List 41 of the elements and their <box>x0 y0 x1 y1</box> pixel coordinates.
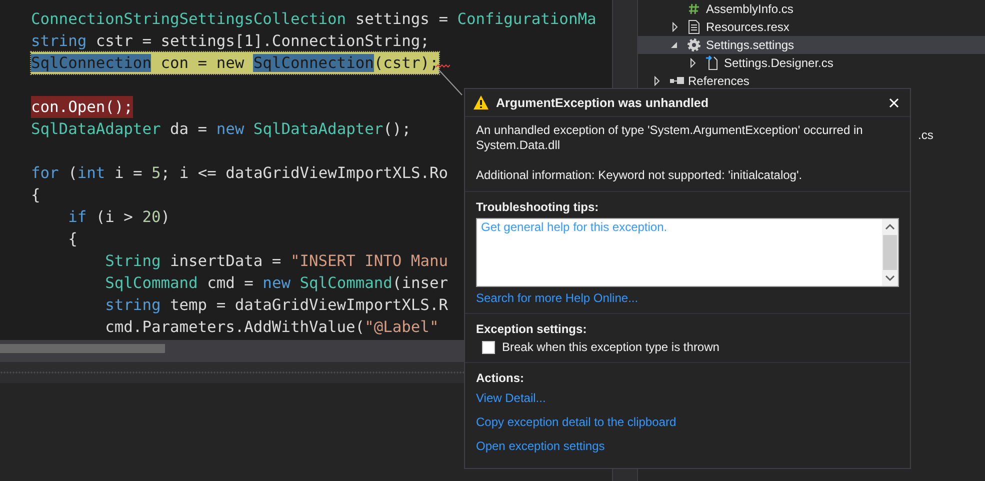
error-squiggle-icon <box>436 64 450 69</box>
code-line: for (int i = 5; i <= dataGridViewImportXLS.Ro <box>31 163 448 184</box>
document-icon <box>686 19 702 35</box>
code-line: string cstr = settings[1].ConnectionString; <box>31 31 430 52</box>
code-line: string temp = dataGridViewImportXLS.R <box>105 295 448 316</box>
section-heading: Troubleshooting tips: <box>476 200 600 214</box>
action-link[interactable]: Open exception settings <box>476 439 605 453</box>
hash-icon <box>686 1 702 17</box>
scroll-down-icon[interactable] <box>885 273 895 283</box>
action-link[interactable]: Copy exception detail to the clipboard <box>476 415 676 429</box>
checkbox-label: Break when this exception type is thrown <box>502 340 720 354</box>
popup-title: ArgumentException was unhandled <box>496 96 710 110</box>
document-arrow-icon <box>704 55 720 71</box>
code-line: cmd.Parameters.AddWithValue("@Label" <box>105 317 439 338</box>
tree-item[interactable]: Settings.settings <box>638 36 985 54</box>
action-link[interactable]: View Detail... <box>476 391 546 405</box>
code-line: { <box>31 185 40 206</box>
close-icon[interactable] <box>889 98 899 108</box>
code-line: String insertData = "INSERT INTO Manu <box>105 251 448 272</box>
tree-item[interactable]: Resources.resx <box>638 18 985 36</box>
section-heading: Actions: <box>476 371 525 385</box>
code-line: ConnectionStringSettingsCollection settings = ConfigurationMa <box>31 9 596 30</box>
leader-line <box>436 68 464 96</box>
scrollbar-thumb[interactable] <box>883 235 897 270</box>
code-line: if (i > 20) <box>68 207 170 228</box>
scrollbar-thumb[interactable] <box>0 344 165 353</box>
tree-item[interactable]: Settings.Designer.cs <box>638 54 985 72</box>
code-line: SqlDataAdapter da = new SqlDataAdapter(); <box>31 119 411 140</box>
tree-item[interactable]: .cs <box>918 128 934 142</box>
tree-item[interactable]: AssemblyInfo.cs <box>638 0 985 18</box>
additional-information: Additional information: Keyword not supported: 'initialcatalog'. <box>476 168 804 183</box>
scroll-up-icon[interactable] <box>885 222 895 232</box>
warning-icon <box>473 95 489 110</box>
section-heading: Exception settings: <box>476 322 588 336</box>
exception-message: An unhandled exception of type 'System.ArgumentException' occurred in System.Data.dll <box>476 123 864 153</box>
code-line: SqlCommand cmd = new SqlCommand(inser <box>105 273 448 294</box>
gear-icon <box>686 37 702 53</box>
tree-item[interactable]: References <box>638 72 985 90</box>
code-line: { <box>68 229 78 250</box>
search-help-link[interactable]: Search for more Help Online... <box>476 291 638 305</box>
checkbox[interactable] <box>482 340 495 354</box>
